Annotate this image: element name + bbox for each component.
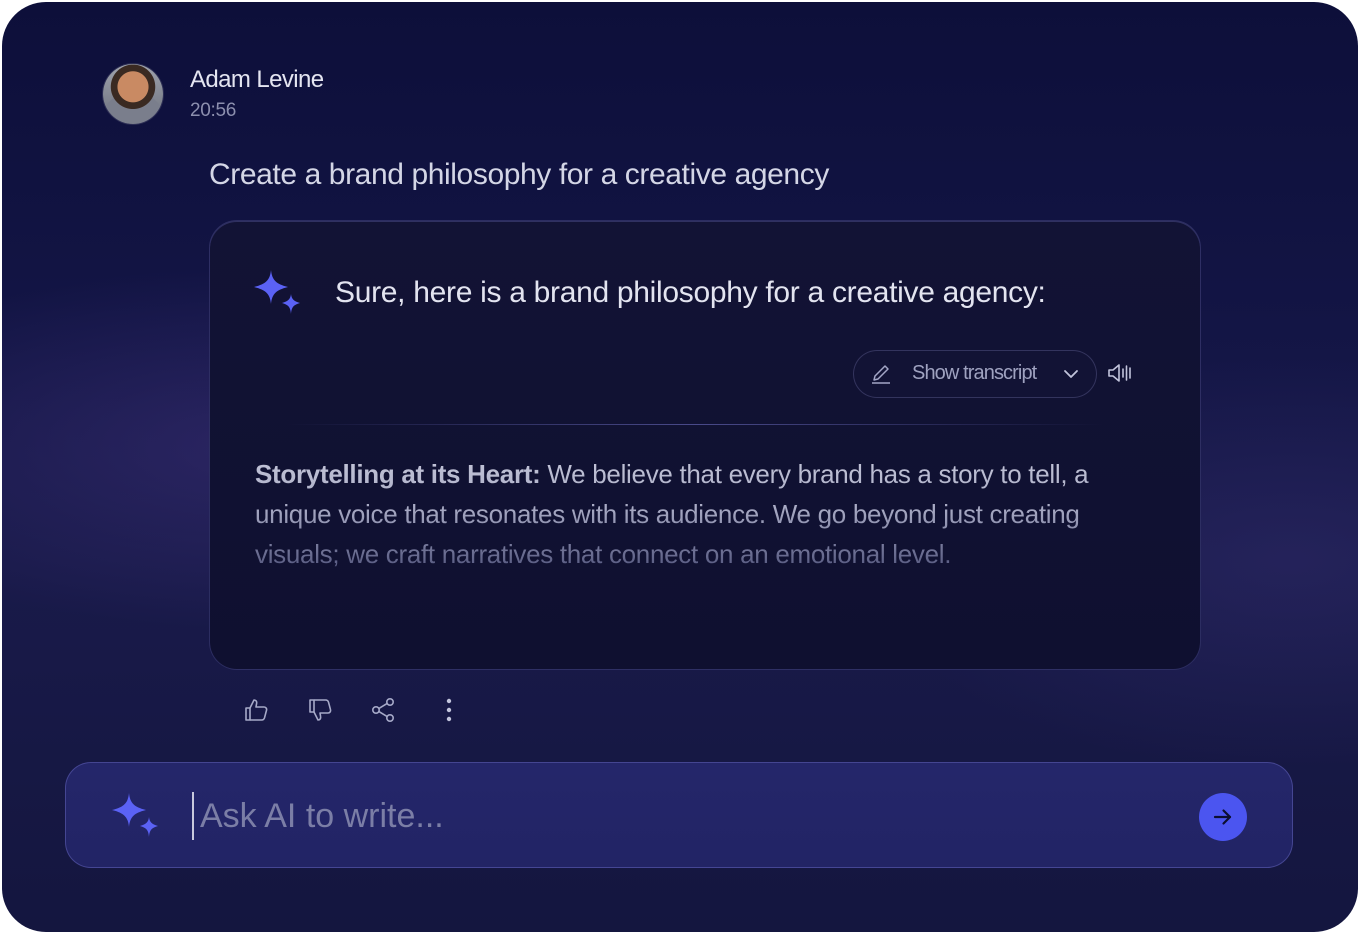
share-icon[interactable]: [370, 696, 398, 724]
more-vertical-icon[interactable]: [435, 696, 463, 724]
show-transcript-label[interactable]: Show transcript: [912, 362, 1037, 385]
user-avatar: [103, 64, 163, 124]
message-timestamp: 20:56: [190, 100, 237, 121]
composer-sparkle-icon: [112, 793, 158, 837]
speaker-icon[interactable]: [1107, 361, 1133, 385]
response-intro: Sure, here is a brand philosophy for a c…: [335, 276, 1046, 309]
arrow-right-icon: [1213, 809, 1232, 825]
send-button[interactable]: [1199, 793, 1247, 841]
pencil-icon: [872, 365, 890, 384]
card-divider: [285, 424, 1105, 425]
user-prompt: Create a brand philosophy for a creative…: [209, 158, 829, 191]
text-caret: [192, 792, 194, 840]
chevron-down-icon[interactable]: [1062, 366, 1080, 382]
ask-ai-input[interactable]: [200, 792, 1100, 840]
response-heading: Storytelling at its Heart:: [255, 459, 541, 489]
ai-sparkle-icon: [254, 270, 300, 314]
thumbs-up-icon[interactable]: [243, 696, 271, 724]
thumbs-down-icon[interactable]: [307, 696, 335, 724]
user-name: Adam Levine: [190, 66, 324, 93]
response-body: Storytelling at its Heart: We believe th…: [255, 454, 1155, 574]
